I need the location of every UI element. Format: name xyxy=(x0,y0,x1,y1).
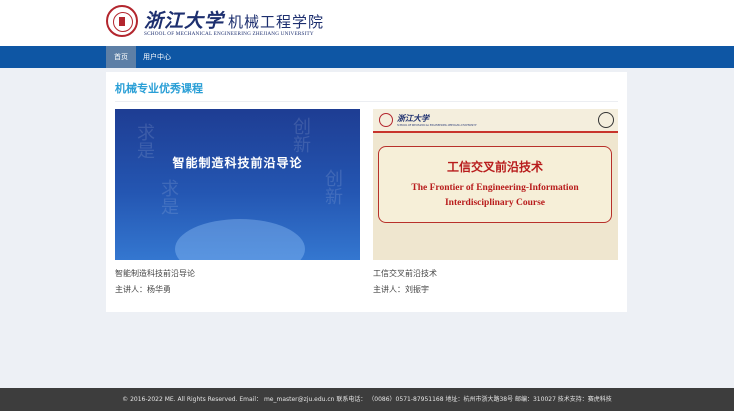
course-title[interactable]: 智能制造科技前沿导论 xyxy=(115,268,360,280)
section-title: 机械专业优秀课程 xyxy=(115,82,203,95)
site-footer: © 2016-2022 ME. All Rights Reserved. Ema… xyxy=(0,388,734,411)
thumbnail-logo-chinese: 浙江大学 xyxy=(397,113,429,123)
site-logo[interactable]: 浙江大学 机械工程学院 SCHOOL OF MECHANICAL ENGINEE… xyxy=(106,5,324,37)
course-panel: 机械专业优秀课程 求是 求是 创新 创新 智能制造科技前沿导论 智能制造科技前沿… xyxy=(106,72,627,312)
logo-department-name: 机械工程学院 xyxy=(228,12,325,31)
course-thumbnail[interactable]: 求是 求是 创新 创新 智能制造科技前沿导论 xyxy=(115,109,360,260)
main-nav: 首页 用户中心 xyxy=(0,46,734,68)
thumbnail-title-box: 工信交叉前沿技术 The Frontier of Engineering-Inf… xyxy=(378,146,612,223)
thumbnail-title-english: Interdisciplinary Course xyxy=(444,198,545,208)
university-seal-icon xyxy=(106,5,138,37)
thumbnail-calligraphy: 求是 xyxy=(158,179,179,215)
section-divider xyxy=(115,101,618,102)
logo-university-name: 浙江大学 xyxy=(144,9,225,32)
nav-item-home[interactable]: 首页 xyxy=(106,46,136,68)
emblem-icon xyxy=(598,112,614,128)
nav-item-user-center[interactable]: 用户中心 xyxy=(140,46,174,68)
site-header: 浙江大学 机械工程学院 SCHOOL OF MECHANICAL ENGINEE… xyxy=(0,0,734,46)
course-title[interactable]: 工信交叉前沿技术 xyxy=(373,268,618,280)
thumbnail-red-rule xyxy=(373,131,618,133)
course-thumbnail[interactable]: 浙江大学 SCHOOL OF MECHANICAL ENGINEERING ZH… xyxy=(373,109,618,260)
logo-text: 浙江大学 机械工程学院 SCHOOL OF MECHANICAL ENGINEE… xyxy=(144,6,324,37)
course-lecturer: 主讲人：杨华勇 xyxy=(115,285,171,294)
logo-english-name: SCHOOL OF MECHANICAL ENGINEERING ZHEJIAN… xyxy=(144,30,314,37)
thumbnail-title-chinese: 工信交叉前沿技术 xyxy=(446,160,543,174)
thumbnail-title-english: The Frontier of Engineering-Information xyxy=(411,183,579,193)
logo-chinese: 浙江大学 机械工程学院 xyxy=(144,6,325,32)
thumbnail-title: 智能制造科技前沿导论 xyxy=(172,156,303,170)
thumbnail-calligraphy: 创新 xyxy=(322,169,343,205)
thumbnail-glow xyxy=(175,219,305,260)
course-card[interactable]: 求是 求是 创新 创新 智能制造科技前沿导论 智能制造科技前沿导论 主讲人：杨华… xyxy=(115,109,360,296)
course-card[interactable]: 浙江大学 SCHOOL OF MECHANICAL ENGINEERING ZH… xyxy=(373,109,618,296)
thumbnail-logo: 浙江大学 SCHOOL OF MECHANICAL ENGINEERING ZH… xyxy=(397,113,477,127)
university-seal-icon xyxy=(379,113,393,127)
thumbnail-calligraphy: 创新 xyxy=(290,117,311,153)
thumbnail-logo-english: SCHOOL OF MECHANICAL ENGINEERING ZHEJIAN… xyxy=(397,124,477,127)
course-lecturer: 主讲人：刘振宇 xyxy=(373,285,429,294)
